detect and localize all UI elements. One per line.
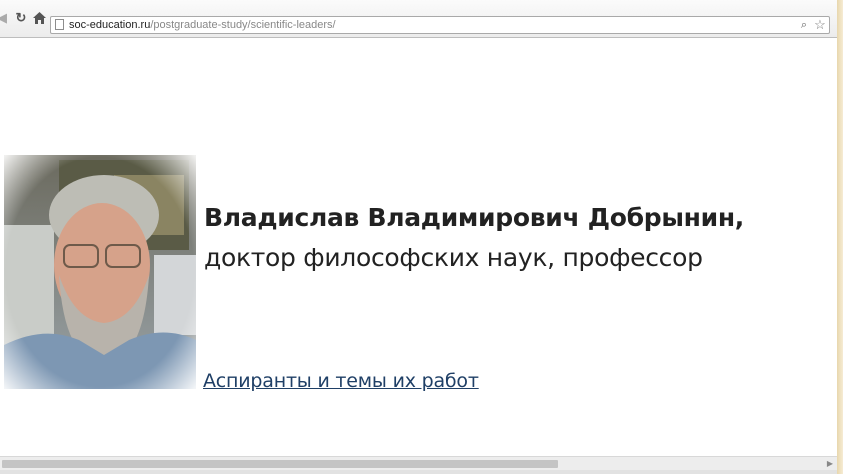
page-content: Владислав Владимирович Добрынин, доктор … [0, 38, 837, 456]
page-icon [55, 19, 64, 30]
back-arrow-icon[interactable]: ◀ [0, 10, 10, 26]
url-path: /postgraduate-study/scientific-leaders/ [150, 19, 336, 31]
window-bottom-edge [0, 470, 837, 474]
url-text[interactable]: soc-education.ru/postgraduate-study/scie… [69, 18, 336, 32]
person-title: доктор философских наук, профессор [204, 243, 703, 272]
scroll-right-arrow-icon[interactable]: ▶ [825, 458, 835, 470]
reload-icon[interactable]: ↻ [13, 10, 29, 26]
star-icon[interactable]: ☆ [813, 17, 827, 32]
scrollbar-thumb[interactable] [2, 460, 558, 468]
students-link[interactable]: Аспиранты и темы их работ [203, 370, 479, 392]
person-name: Владислав Владимирович Добрынин, [204, 203, 744, 232]
browser-window: ◀ ↻ soc-education.ru/postgraduate-study/… [0, 0, 837, 474]
zoom-icon[interactable]: ⌕ [797, 18, 811, 32]
profile-photo [4, 155, 196, 389]
home-icon[interactable] [31, 10, 47, 26]
url-host: soc-education.ru [69, 19, 151, 31]
horizontal-scrollbar[interactable]: ▶ [0, 456, 837, 471]
window-frame-edge [837, 0, 843, 474]
browser-toolbar: ◀ ↻ soc-education.ru/postgraduate-study/… [0, 0, 837, 38]
address-bar[interactable]: soc-education.ru/postgraduate-study/scie… [50, 16, 830, 34]
